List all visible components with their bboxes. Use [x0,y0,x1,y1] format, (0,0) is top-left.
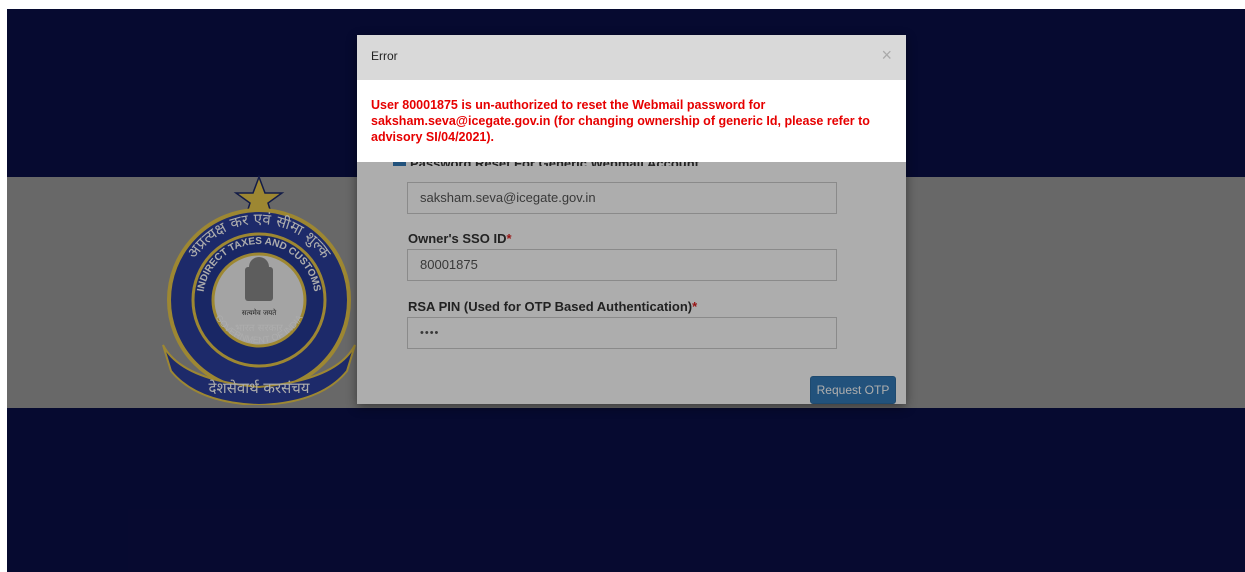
error-dialog-title: Error [371,49,398,63]
password-reset-modal: Password Reset For Generic Webmail Accou… [357,35,906,404]
error-dialog-header: Error × [357,35,906,80]
error-message: User 80001875 is un-authorized to reset … [371,98,870,144]
close-icon[interactable]: × [881,45,892,65]
modal-backdrop-dim [357,162,906,404]
error-dialog-body: User 80001875 is un-authorized to reset … [357,80,906,162]
page-background: अप्रत्यक्ष कर एवं सीमा शुल्क INDIRECT TA… [7,9,1245,572]
